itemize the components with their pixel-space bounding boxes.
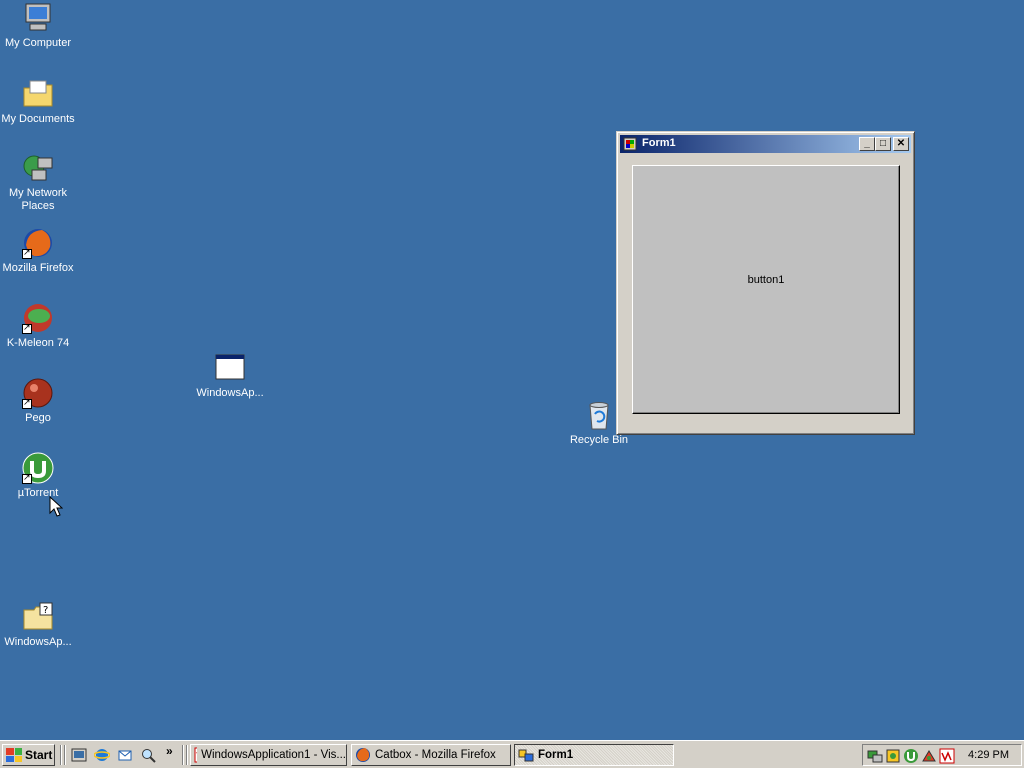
- taskbar-button-form1[interactable]: Form1: [514, 744, 674, 766]
- desktop-icon-label: Pego: [25, 412, 51, 424]
- security-tray-icon[interactable]: [885, 748, 901, 764]
- desktop-icon-label: WindowsAp...: [196, 387, 264, 399]
- svg-text:?: ?: [43, 605, 48, 616]
- help-folder-icon: ?: [22, 601, 54, 633]
- button1[interactable]: button1: [632, 165, 900, 414]
- shortcut-arrow-icon: [22, 322, 32, 334]
- task-label: WindowsApplication1 - Vis...: [201, 749, 346, 761]
- desktop-icon-mozilla-firefox[interactable]: Mozilla Firefox: [0, 227, 76, 275]
- desktop-icon-label: K-Meleon 74: [6, 337, 70, 349]
- visual-studio-tray-icon[interactable]: [939, 748, 955, 764]
- firefox-icon: [356, 748, 370, 762]
- desktop-icon-windowsapp-folder[interactable]: ? WindowsAp...: [0, 601, 76, 649]
- firefox-icon: [22, 227, 54, 259]
- show-desktop-icon[interactable]: [71, 747, 87, 763]
- windows-logo-icon: [6, 748, 22, 762]
- close-button[interactable]: ✕: [893, 137, 909, 151]
- task-label: Form1: [538, 749, 574, 761]
- search-icon[interactable]: [140, 747, 156, 763]
- desktop-icon-windowsapp[interactable]: WindowsAp...: [192, 352, 268, 400]
- visual-studio-icon: [194, 747, 198, 763]
- utility-tray-icon[interactable]: [921, 748, 937, 764]
- desktop-icon-label: Mozilla Firefox: [2, 262, 74, 274]
- desktop-icon-pego[interactable]: Pego: [0, 377, 76, 425]
- computer-icon: [22, 2, 54, 34]
- button1-label: button1: [747, 273, 785, 286]
- mouse-cursor-icon: [49, 496, 63, 517]
- clock[interactable]: 4:29 PM: [968, 749, 1009, 761]
- desktop-icon-my-network-places[interactable]: My Network Places: [0, 152, 76, 213]
- minimize-button[interactable]: _: [859, 137, 875, 151]
- taskbar-separator: [60, 745, 62, 765]
- utorrent-icon: [22, 452, 54, 484]
- form1-window: Form1 _ □ ✕ button1: [616, 131, 915, 435]
- desktop: { "desktop_icons": [ {"label": "My Compu…: [0, 0, 1024, 768]
- taskbar: Start » WindowsApplication1 - Vis... Cat…: [0, 740, 1024, 768]
- desktop-icon-label: WindowsAp...: [4, 636, 72, 648]
- desktop-icon-utorrent[interactable]: µTorrent: [0, 452, 76, 500]
- desktop-icon-my-computer[interactable]: My Computer: [0, 2, 76, 50]
- network-places-icon: [22, 152, 54, 184]
- pego-icon: [22, 377, 54, 409]
- start-button[interactable]: Start: [2, 744, 55, 766]
- desktop-icon-label: µTorrent: [17, 487, 59, 499]
- desktop-icon-label: My Network Places: [8, 187, 68, 212]
- maximize-button[interactable]: □: [875, 137, 891, 151]
- desktop-icon-my-documents[interactable]: My Documents: [0, 78, 76, 126]
- desktop-icon-label: My Documents: [1, 113, 75, 125]
- taskbar-separator: [182, 745, 184, 765]
- system-tray: 4:29 PM: [862, 744, 1022, 766]
- task-label: Catbox - Mozilla Firefox: [375, 749, 496, 761]
- recycle-bin-icon: [583, 399, 615, 431]
- shortcut-arrow-icon: [22, 247, 32, 259]
- window-titlebar[interactable]: Form1 _ □ ✕: [620, 135, 911, 153]
- k-meleon-icon: [22, 302, 54, 334]
- form-icon: [623, 137, 637, 151]
- outlook-express-icon[interactable]: [117, 747, 133, 763]
- form-icon: [518, 749, 534, 762]
- taskbar-separator: [186, 745, 188, 765]
- start-label: Start: [25, 748, 53, 762]
- taskbar-button-firefox[interactable]: Catbox - Mozilla Firefox: [351, 744, 511, 766]
- quicklaunch-chevron-icon[interactable]: »: [166, 744, 173, 758]
- internet-explorer-icon[interactable]: [94, 747, 110, 763]
- network-tray-icon[interactable]: [867, 748, 883, 764]
- window-app-icon: [214, 352, 246, 384]
- utorrent-tray-icon[interactable]: [903, 748, 919, 764]
- desktop-icon-k-meleon[interactable]: K-Meleon 74: [0, 302, 76, 350]
- shortcut-arrow-icon: [22, 397, 32, 409]
- taskbar-separator: [64, 745, 66, 765]
- desktop-icon-label: Recycle Bin: [569, 434, 629, 446]
- window-title: Form1: [642, 137, 676, 149]
- desktop-icon-label: My Computer: [4, 37, 72, 49]
- taskbar-button-visual-studio[interactable]: WindowsApplication1 - Vis...: [190, 744, 347, 766]
- documents-folder-icon: [22, 78, 54, 110]
- shortcut-arrow-icon: [22, 472, 32, 484]
